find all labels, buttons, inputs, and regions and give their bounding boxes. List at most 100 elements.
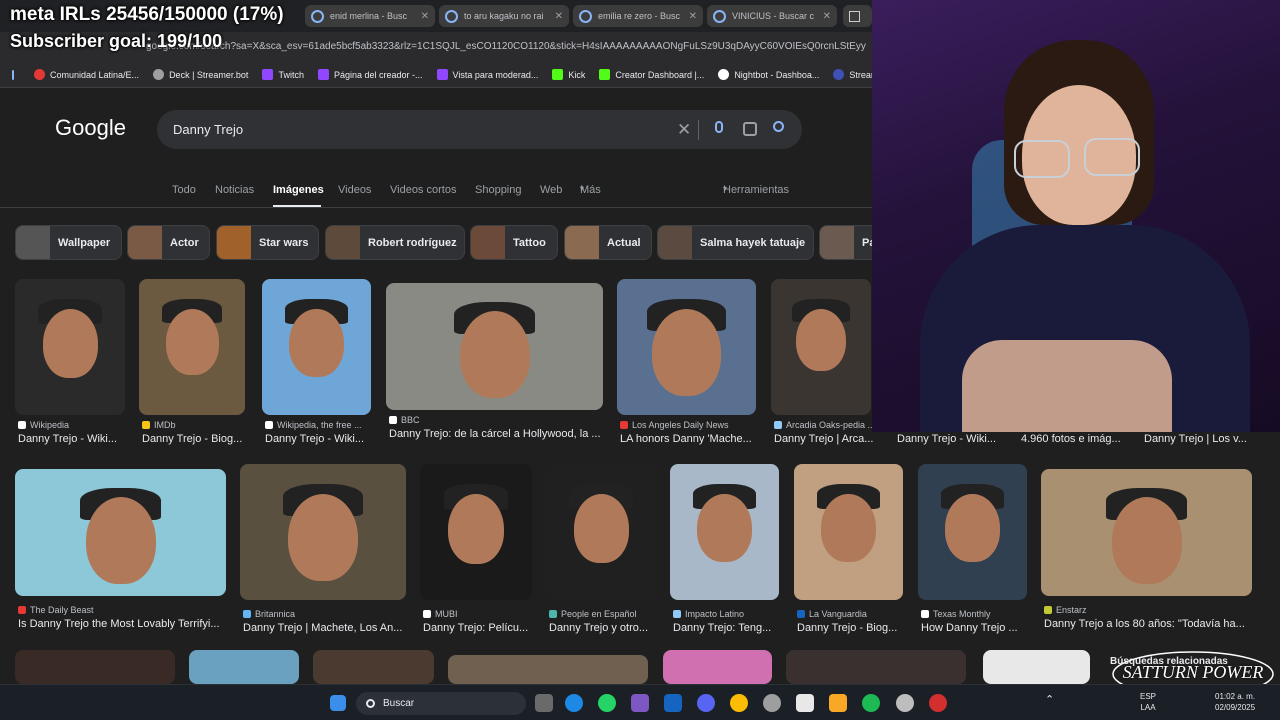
image-title[interactable]: Danny Trejo: de la cárcel a Hollywood, l…	[389, 428, 624, 440]
image-source[interactable]: Wikipedia, the free ...	[265, 420, 389, 430]
outlook-icon[interactable]	[664, 694, 682, 712]
image-result[interactable]	[983, 650, 1090, 684]
browser-tab[interactable]: to aru kagaku no rai ✕	[439, 5, 569, 27]
image-result[interactable]	[786, 650, 966, 684]
chip-actual[interactable]: Actual	[564, 225, 652, 260]
image-result[interactable]	[139, 279, 245, 415]
bookmark-item[interactable]: Kick	[552, 69, 585, 80]
image-title[interactable]: LA honors Danny 'Mache...	[620, 433, 777, 445]
image-source[interactable]: Impacto Latino	[673, 609, 797, 619]
camera-lens-icon[interactable]	[743, 122, 757, 136]
image-result[interactable]	[771, 279, 871, 415]
capcut-icon[interactable]	[796, 694, 814, 712]
image-title[interactable]: Danny Trejo | Los v...	[1144, 433, 1247, 445]
image-title[interactable]: Danny Trejo: Pelícu...	[423, 622, 553, 634]
bookmark-item[interactable]: Comunidad Latina/E...	[34, 69, 139, 80]
image-result[interactable]	[420, 464, 532, 600]
image-title[interactable]: Danny Trejo - Biog...	[142, 433, 266, 445]
chip-actor[interactable]: Actor	[127, 225, 210, 260]
clear-icon[interactable]: ✕	[677, 120, 691, 140]
image-result[interactable]	[670, 464, 779, 600]
image-result[interactable]	[546, 464, 656, 600]
tab-web[interactable]: Web	[540, 184, 562, 196]
language-indicator[interactable]: ESP LAA	[1140, 691, 1156, 713]
chip-star-wars[interactable]: Star wars	[216, 225, 319, 260]
image-title[interactable]: Danny Trejo - Wiki...	[897, 433, 996, 445]
close-icon[interactable]: ✕	[421, 11, 429, 22]
image-source[interactable]: BBC	[389, 415, 621, 425]
search-input[interactable]: Danny Trejo	[173, 122, 243, 137]
taskbar-search[interactable]: Buscar	[356, 692, 526, 715]
image-title[interactable]: Danny Trejo | Arca...	[774, 433, 892, 445]
image-title[interactable]: 4.960 fotos e imág...	[1021, 433, 1121, 445]
spotify-icon[interactable]	[862, 694, 880, 712]
close-icon[interactable]: ✕	[689, 11, 697, 22]
copilot-icon[interactable]	[631, 694, 649, 712]
image-result[interactable]	[15, 650, 175, 684]
image-title[interactable]: How Danny Trejo ...	[921, 622, 1048, 634]
bookmark-item[interactable]: Página del creador -...	[317, 69, 423, 80]
image-result[interactable]	[189, 650, 299, 684]
image-source[interactable]: Enstarz	[1044, 605, 1270, 615]
browser-tab[interactable]: VINICIUS - Buscar c ✕	[707, 5, 837, 27]
url-text[interactable]: google.com/search?sa=X&sca_esv=61ade5bcf…	[146, 41, 866, 52]
microphone-icon[interactable]	[715, 121, 723, 133]
folder-icon[interactable]	[829, 694, 847, 712]
image-result[interactable]	[794, 464, 903, 600]
tab-news[interactable]: Noticias	[215, 184, 254, 196]
chip-salma-hayek-tatuaje[interactable]: Salma hayek tatuaje	[657, 225, 814, 260]
bookmark-item[interactable]: Vista para moderad...	[436, 69, 538, 80]
tab-images[interactable]: Imágenes	[273, 184, 324, 196]
image-source[interactable]: Wikipedia	[18, 420, 143, 430]
bookmark-item[interactable]: Twitch	[262, 69, 304, 80]
app-icon[interactable]	[763, 694, 781, 712]
image-title[interactable]: Danny Trejo - Wiki...	[18, 433, 146, 445]
chrome-icon[interactable]	[730, 694, 748, 712]
image-source[interactable]: La Vanguardia	[797, 609, 921, 619]
image-title[interactable]: Danny Trejo a los 80 años: "Todavía ha..…	[1044, 618, 1273, 630]
chip-wallpaper[interactable]: Wallpaper	[15, 225, 122, 260]
image-source[interactable]: Los Angeles Daily News	[620, 420, 774, 430]
close-icon[interactable]: ✕	[823, 11, 831, 22]
image-title[interactable]: Danny Trejo - Wiki...	[265, 433, 392, 445]
image-source[interactable]: Britannica	[243, 609, 424, 619]
image-title[interactable]: Is Danny Trejo the Most Lovably Terrifyi…	[18, 618, 247, 630]
obs-icon[interactable]	[929, 694, 947, 712]
google-logo[interactable]: Google	[55, 115, 126, 141]
search-box[interactable]: Danny Trejo ✕	[157, 110, 802, 149]
image-result[interactable]	[15, 279, 125, 415]
close-icon[interactable]: ✕	[555, 11, 563, 22]
image-result[interactable]	[663, 650, 772, 684]
clock[interactable]: 01:02 a. m. 02/09/2025	[1215, 691, 1255, 713]
image-result[interactable]	[262, 279, 371, 415]
bookmark-item[interactable]: Deck | Streamer.bot	[153, 69, 248, 80]
image-result[interactable]	[313, 650, 434, 684]
tab-videos[interactable]: Videos	[338, 184, 371, 196]
image-result[interactable]	[240, 464, 406, 600]
apps-icon[interactable]	[12, 69, 14, 80]
image-title[interactable]: Danny Trejo - Biog...	[797, 622, 924, 634]
settings-icon[interactable]	[896, 694, 914, 712]
tab-shopping[interactable]: Shopping	[475, 184, 522, 196]
browser-tab[interactable]: enid merlina - Busc ✕	[305, 5, 435, 27]
image-result[interactable]	[617, 279, 756, 415]
tab-short-videos[interactable]: Videos cortos	[390, 184, 456, 196]
image-source[interactable]: Texas Monthly	[921, 609, 1045, 619]
image-result[interactable]	[1041, 469, 1252, 596]
image-title[interactable]: Danny Trejo y otro...	[549, 622, 677, 634]
tab-all[interactable]: Todo	[172, 184, 196, 196]
search-icon[interactable]	[773, 121, 784, 132]
task-view-icon[interactable]	[535, 694, 553, 712]
whatsapp-icon[interactable]	[598, 694, 616, 712]
image-result[interactable]	[448, 655, 648, 684]
chip-more[interactable]: Pa	[819, 225, 879, 260]
windows-start-icon[interactable]	[330, 695, 346, 711]
image-result[interactable]	[386, 283, 603, 410]
browser-tab[interactable]	[843, 5, 872, 27]
chip-tattoo[interactable]: Tattoo	[470, 225, 558, 260]
image-result[interactable]	[15, 469, 226, 596]
chevron-up-icon[interactable]: ⌃	[1045, 695, 1054, 706]
image-title[interactable]: Danny Trejo | Machete, Los An...	[243, 622, 427, 634]
bookmark-item[interactable]: Nightbot - Dashboa...	[718, 69, 819, 80]
image-source[interactable]: People en Español	[549, 609, 674, 619]
